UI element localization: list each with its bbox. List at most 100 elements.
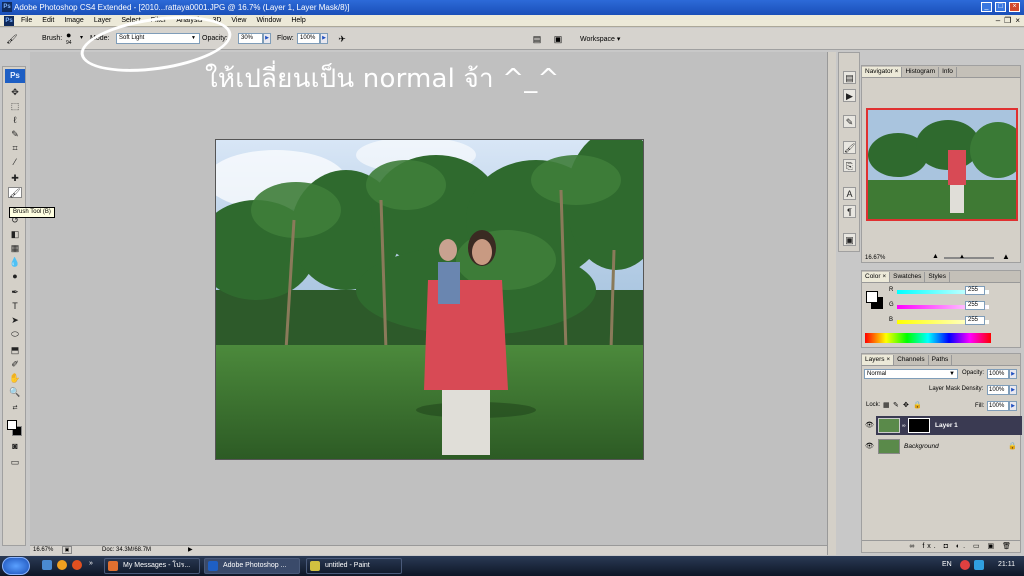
- type-tool-icon[interactable]: T: [8, 301, 22, 312]
- menu-view[interactable]: View: [226, 15, 251, 27]
- shape-tool-icon[interactable]: ⬭: [8, 329, 22, 340]
- doc-restore-icon[interactable]: ❐: [1004, 16, 1011, 26]
- history-panel-icon[interactable]: ▤: [843, 71, 856, 84]
- foreground-color-swatch[interactable]: [7, 420, 17, 430]
- layers-footer-icons[interactable]: ∞ fx. ◘ ◐. ▭ ▣ 🗑: [862, 540, 1020, 552]
- fill-input[interactable]: 100%: [987, 401, 1009, 411]
- brush-tool-icon[interactable]: 🖌: [8, 187, 22, 198]
- dodge-tool-icon[interactable]: ●: [8, 271, 22, 282]
- taskbar-item-messages[interactable]: My Messages - โปร...: [104, 558, 200, 574]
- color-spectrum-bar[interactable]: [865, 333, 991, 343]
- menu-window[interactable]: Window: [251, 15, 286, 27]
- workspace-menu[interactable]: Workspace ▾: [580, 35, 620, 43]
- menu-layer[interactable]: Layer: [89, 15, 117, 27]
- clone-source-icon[interactable]: ⎘: [843, 159, 856, 172]
- quicklaunch-expand-icon[interactable]: »: [89, 560, 93, 567]
- pen-tool-icon[interactable]: ✒: [8, 287, 22, 298]
- layer-opacity-arrow-icon[interactable]: ▶: [1009, 369, 1017, 379]
- photoshop-menu-icon[interactable]: Ps: [4, 15, 14, 26]
- eraser-tool-icon[interactable]: ◧: [8, 229, 22, 240]
- swap-colors-icon[interactable]: ⇄: [8, 403, 22, 414]
- tool-presets-icon[interactable]: ✎: [843, 115, 856, 128]
- paragraph-panel-icon[interactable]: ¶: [843, 205, 856, 218]
- maximize-icon[interactable]: □: [995, 2, 1006, 12]
- opacity-input[interactable]: 30%: [238, 33, 263, 44]
- lasso-tool-icon[interactable]: ℓ: [8, 115, 22, 126]
- document-canvas-photo[interactable]: [215, 139, 644, 460]
- zoom-in-icon[interactable]: ▲: [1002, 252, 1010, 261]
- eyedropper-tool-icon[interactable]: ⁄: [8, 157, 22, 168]
- navigator-thumbnail[interactable]: [866, 108, 1018, 221]
- menu-help[interactable]: Help: [286, 15, 310, 27]
- tab-histogram[interactable]: Histogram: [902, 67, 940, 77]
- tray-antivirus-icon[interactable]: [960, 560, 970, 570]
- gradient-tool-icon[interactable]: ▦: [8, 243, 22, 254]
- language-indicator[interactable]: EN: [942, 561, 952, 568]
- mask-density-arrow-icon[interactable]: ▶: [1009, 385, 1017, 395]
- tab-styles[interactable]: Styles: [925, 272, 951, 282]
- zoom-slider[interactable]: [944, 257, 994, 259]
- zoom-level[interactable]: 16.67%: [33, 546, 53, 555]
- taskbar-item-photoshop[interactable]: Adobe Photoshop ...: [204, 558, 300, 574]
- firefox-icon[interactable]: [72, 560, 82, 570]
- b-value[interactable]: 255: [965, 316, 985, 325]
- tab-info[interactable]: Info: [939, 67, 957, 77]
- opacity-arrow-icon[interactable]: ▶: [263, 33, 271, 44]
- marquee-tool-icon[interactable]: ⬚: [8, 101, 22, 112]
- brushes-panel-icon[interactable]: 🖌: [843, 141, 856, 154]
- tab-paths[interactable]: Paths: [928, 355, 953, 365]
- note-tool-icon[interactable]: ✐: [8, 359, 22, 370]
- status-menu-icon[interactable]: ▣: [62, 546, 72, 554]
- show-desktop-icon[interactable]: [42, 560, 52, 570]
- eye-icon[interactable]: 👁: [865, 442, 874, 450]
- lock-image-icon[interactable]: ✎: [893, 401, 899, 409]
- lock-transparency-icon[interactable]: ▦: [883, 401, 890, 409]
- doc-close-icon[interactable]: ×: [1015, 16, 1020, 26]
- chain-link-icon[interactable]: ∞: [902, 423, 906, 429]
- menu-image[interactable]: Image: [59, 15, 88, 27]
- flow-arrow-icon[interactable]: ▶: [320, 33, 328, 44]
- tab-layers[interactable]: Layers ×: [862, 355, 895, 365]
- mask-density-input[interactable]: 100%: [987, 385, 1009, 395]
- close-icon[interactable]: ×: [1009, 2, 1020, 12]
- lock-position-icon[interactable]: ✥: [903, 401, 909, 409]
- tab-channels[interactable]: Channels: [894, 355, 929, 365]
- tab-swatches[interactable]: Swatches: [890, 272, 926, 282]
- document-icon[interactable]: ▤: [531, 33, 543, 45]
- menu-edit[interactable]: Edit: [37, 15, 59, 27]
- brush-preset-icon[interactable]: 🖌: [6, 33, 18, 45]
- blend-mode-select[interactable]: Normal ▼: [864, 369, 958, 379]
- layer-mask-thumbnail[interactable]: [908, 418, 930, 433]
- browser-icon[interactable]: [57, 560, 67, 570]
- minimize-icon[interactable]: _: [981, 2, 992, 12]
- fill-arrow-icon[interactable]: ▶: [1009, 401, 1017, 411]
- window-titlebar[interactable]: Ps Adobe Photoshop CS4 Extended - [2010.…: [0, 0, 1024, 15]
- hand-tool-icon[interactable]: ✋: [8, 373, 22, 384]
- doc-minimize-icon[interactable]: –: [996, 16, 1000, 26]
- layer-row-layer1[interactable]: ∞ Layer 1: [876, 416, 1022, 435]
- status-arrow-icon[interactable]: ▶: [188, 546, 193, 555]
- actions-panel-icon[interactable]: ▶: [843, 89, 856, 102]
- tray-network-icon[interactable]: [974, 560, 984, 570]
- eye-icon[interactable]: 👁: [865, 421, 874, 429]
- tab-color[interactable]: Color ×: [862, 272, 891, 282]
- airbrush-icon[interactable]: ✈: [336, 33, 348, 45]
- bridge-icon[interactable]: ▣: [552, 33, 564, 45]
- tab-navigator[interactable]: Navigator ×: [862, 67, 903, 77]
- quick-mask-icon[interactable]: ◙: [8, 441, 22, 452]
- crop-tool-icon[interactable]: ⌗: [8, 143, 22, 154]
- brush-picker-arrow-icon[interactable]: ▾: [80, 34, 83, 41]
- blur-tool-icon[interactable]: 💧: [8, 257, 22, 268]
- flow-input[interactable]: 100%: [297, 33, 320, 44]
- quick-selection-tool-icon[interactable]: ✎: [8, 129, 22, 140]
- character-panel-icon[interactable]: A: [843, 187, 856, 200]
- vertical-scrollbar[interactable]: [827, 52, 836, 555]
- color-fg-swatch[interactable]: [866, 291, 878, 303]
- lock-all-icon[interactable]: 🔒: [913, 401, 922, 409]
- layer-comps-icon[interactable]: ▣: [843, 233, 856, 246]
- move-tool-icon[interactable]: ✥: [8, 87, 22, 98]
- screen-mode-icon[interactable]: ▭: [8, 457, 22, 468]
- path-selection-tool-icon[interactable]: ➤: [8, 315, 22, 326]
- g-value[interactable]: 255: [965, 301, 985, 310]
- zoom-tool-icon[interactable]: 🔍: [8, 387, 22, 398]
